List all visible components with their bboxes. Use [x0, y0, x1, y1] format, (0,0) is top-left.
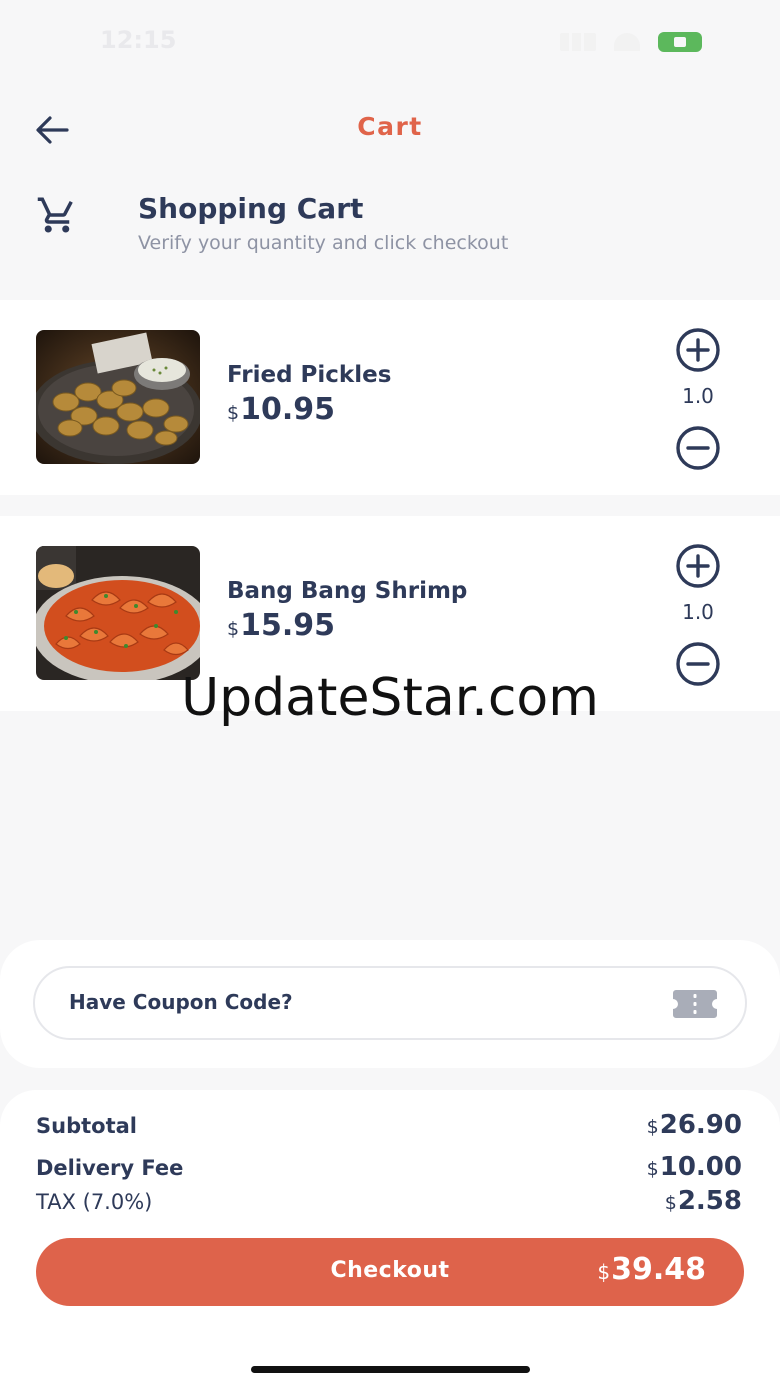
checkout-total-amount: 39.48: [611, 1252, 706, 1287]
status-bar: 12:15: [0, 0, 780, 90]
currency-symbol: $: [664, 1192, 677, 1214]
tax-label: TAX (7.0%): [36, 1190, 153, 1214]
item-price: $15.95: [227, 608, 335, 643]
plus-circle-icon: [676, 544, 720, 588]
page-title: Cart: [357, 112, 423, 141]
item-price-value: 15.95: [240, 608, 335, 643]
ticket-icon: [673, 990, 717, 1018]
coupon-card: Have Coupon Code?: [0, 940, 780, 1068]
decrease-quantity-button[interactable]: [674, 424, 722, 472]
status-indicators: [560, 32, 702, 52]
status-time: 12:15: [100, 26, 177, 54]
coupon-label: Have Coupon Code?: [69, 990, 293, 1014]
item-price-value: 10.95: [240, 392, 335, 427]
plus-circle-icon: [676, 328, 720, 372]
shopping-cart-icon: [37, 197, 73, 233]
quantity-stepper: 1.0: [674, 542, 724, 687]
currency-symbol: $: [227, 618, 240, 640]
minus-circle-icon: [676, 426, 720, 470]
checkout-total: $39.48: [597, 1252, 706, 1287]
subtotal-label: Subtotal: [36, 1114, 137, 1138]
checkout-button[interactable]: Checkout $39.48: [36, 1238, 744, 1306]
currency-symbol: $: [597, 1260, 611, 1284]
subtotal-amount: 26.90: [659, 1110, 742, 1140]
delivery-fee-value: $10.00: [647, 1152, 742, 1182]
item-image-bang-bang-shrimp: [36, 546, 200, 680]
currency-symbol: $: [646, 1116, 659, 1138]
app-header: Cart: [0, 100, 780, 160]
item-price: $10.95: [227, 392, 335, 427]
item-image-fried-pickles: [36, 330, 200, 464]
signal-icon: [560, 33, 596, 51]
quantity-stepper: 1.0: [674, 326, 724, 471]
cart-heading: Shopping Cart Verify your quantity and c…: [0, 190, 780, 270]
delivery-fee-row: Delivery Fee $10.00: [36, 1152, 742, 1190]
watermark-text: UpdateStar.com: [181, 668, 599, 728]
battery-icon: [658, 32, 702, 52]
order-summary: Subtotal $26.90 Delivery Fee $10.00 TAX …: [0, 1090, 780, 1387]
delivery-fee-label: Delivery Fee: [36, 1156, 184, 1180]
delivery-fee-amount: 10.00: [659, 1152, 742, 1182]
increase-quantity-button[interactable]: [674, 542, 722, 590]
item-name: Bang Bang Shrimp: [227, 578, 468, 604]
quantity-value: 1.0: [682, 600, 714, 624]
cart-item: Fried Pickles $10.95 1.0: [0, 300, 780, 495]
tax-amount: 2.58: [677, 1186, 742, 1216]
currency-symbol: $: [646, 1158, 659, 1180]
section-subtitle: Verify your quantity and click checkout: [138, 232, 509, 254]
wifi-icon: [614, 33, 640, 51]
quantity-value: 1.0: [682, 384, 714, 408]
tax-row: TAX (7.0%) $2.58: [36, 1186, 742, 1224]
coupon-code-field[interactable]: Have Coupon Code?: [33, 966, 747, 1040]
item-name: Fried Pickles: [227, 362, 392, 388]
subtotal-value: $26.90: [647, 1110, 742, 1140]
section-title: Shopping Cart: [138, 192, 364, 225]
currency-symbol: $: [227, 402, 240, 424]
subtotal-row: Subtotal $26.90: [36, 1110, 742, 1148]
home-indicator[interactable]: [251, 1366, 530, 1373]
tax-value: $2.58: [665, 1186, 742, 1216]
increase-quantity-button[interactable]: [674, 326, 722, 374]
